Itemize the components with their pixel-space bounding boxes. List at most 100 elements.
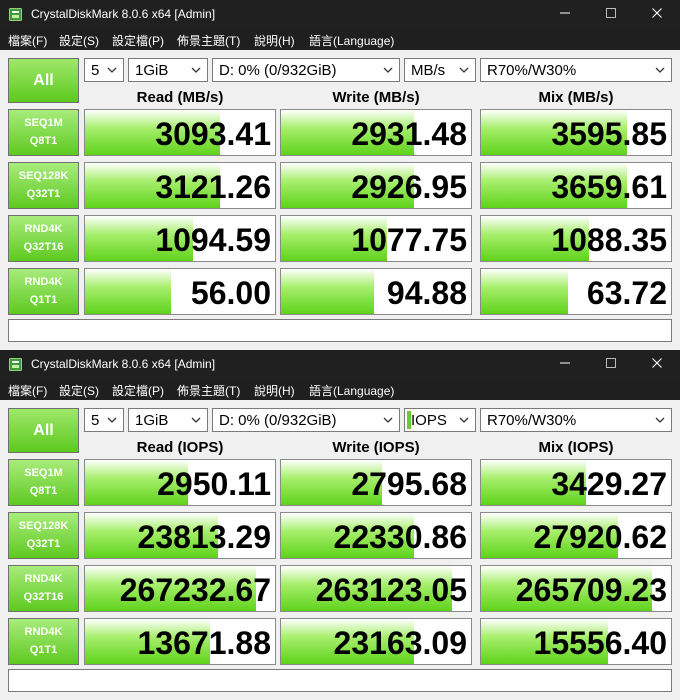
test-button[interactable]: SEQ128K Q32T1 <box>8 512 79 559</box>
drive-select[interactable]: D: 0% (0/932GiB) <box>212 408 400 432</box>
write-result: 2795.68 <box>280 459 472 506</box>
read-result: 56.00 <box>84 268 276 315</box>
mix-ratio-select[interactable]: R70%/W30% <box>480 58 672 82</box>
chevron-down-icon <box>382 63 394 75</box>
result-value: 23813.29 <box>137 519 271 555</box>
chevron-down-icon <box>106 413 118 425</box>
test-params: Q1T1 <box>29 644 58 656</box>
comment-field[interactable] <box>8 669 672 692</box>
menu-item[interactable]: 語言(Language) <box>309 32 394 49</box>
write-result: 23163.09 <box>280 618 472 665</box>
test-button[interactable]: RND4K Q1T1 <box>8 618 79 665</box>
test-button[interactable]: RND4K Q1T1 <box>8 268 79 315</box>
result-value: 3595.85 <box>551 116 667 152</box>
unit-value: IOPS <box>411 412 447 429</box>
test-params: Q32T16 <box>23 591 64 603</box>
menu-item[interactable]: 設定(S) <box>59 32 99 49</box>
run-all-button[interactable]: All <box>8 58 79 103</box>
mix-ratio-value: R70%/W30% <box>487 62 577 79</box>
drive-value: D: 0% (0/932GiB) <box>219 412 337 429</box>
menu-item[interactable]: 說明(H) <box>254 32 295 49</box>
menu-item[interactable]: 說明(H) <box>254 382 295 399</box>
read-result: 267232.67 <box>84 565 276 612</box>
comment-field[interactable] <box>8 319 672 342</box>
result-value: 63.72 <box>586 275 667 311</box>
minimize-button[interactable] <box>542 0 588 29</box>
menu-item[interactable]: 語言(Language) <box>309 382 394 399</box>
result-bar <box>281 269 375 314</box>
test-size-select[interactable]: 1GiB <box>128 58 208 82</box>
benchmark-panel: All 5 1GiB D: 0% (0/932GiB) IOPS R70%/W30% Rea… <box>0 400 680 700</box>
unit-value: MB/s <box>411 62 446 79</box>
write-result: 94.88 <box>280 268 472 315</box>
menu-item[interactable]: 設定檔(P) <box>112 32 164 49</box>
cdm-window: CrystalDiskMark 8.0.6 x64 [Admin] 檔案(F) 設定… <box>0 350 680 700</box>
menu-item[interactable]: 檔案(F) <box>8 382 47 399</box>
unit-select[interactable]: IOPS <box>404 408 476 432</box>
result-value: 3659.61 <box>551 169 667 205</box>
test-params: Q8T1 <box>29 135 58 147</box>
mix-ratio-select[interactable]: R70%/W30% <box>480 408 672 432</box>
test-size-value: 1GiB <box>135 412 169 429</box>
result-value: 1077.75 <box>351 222 467 258</box>
test-button[interactable]: SEQ128K Q32T1 <box>8 162 79 209</box>
test-button[interactable]: RND4K Q32T16 <box>8 565 79 612</box>
close-button[interactable] <box>634 0 680 29</box>
test-button[interactable]: RND4K Q32T16 <box>8 215 79 262</box>
menu-item[interactable]: 佈景主題(T) <box>177 32 240 49</box>
result-value: 3121.26 <box>155 169 271 205</box>
test-params: Q32T16 <box>23 241 64 253</box>
minimize-button[interactable] <box>542 350 588 379</box>
menu-item[interactable]: 設定檔(P) <box>112 382 164 399</box>
benchmark-panel: All 5 1GiB D: 0% (0/932GiB) MB/s R70%/W30% Rea… <box>0 50 680 350</box>
mix-result: 3595.85 <box>480 109 672 156</box>
read-result: 1094.59 <box>84 215 276 262</box>
write-result: 2931.48 <box>280 109 472 156</box>
result-value: 94.88 <box>386 275 467 311</box>
title-bar[interactable]: CrystalDiskMark 8.0.6 x64 [Admin] <box>0 0 680 29</box>
mix-result: 63.72 <box>480 268 672 315</box>
read-result: 3121.26 <box>84 162 276 209</box>
close-button[interactable] <box>634 350 680 379</box>
drive-select[interactable]: D: 0% (0/932GiB) <box>212 58 400 82</box>
write-column-header: Write (MB/s) <box>332 89 420 106</box>
test-name: RND4K <box>24 626 63 638</box>
result-value: 265709.23 <box>515 572 667 608</box>
result-value: 13671.88 <box>137 625 271 661</box>
test-count-select[interactable]: 5 <box>84 58 124 82</box>
maximize-button[interactable] <box>588 0 634 29</box>
test-count-select[interactable]: 5 <box>84 408 124 432</box>
mix-result: 27920.62 <box>480 512 672 559</box>
app-icon <box>9 358 22 371</box>
result-value: 56.00 <box>190 275 271 311</box>
mix-column-header: Mix (IOPS) <box>538 439 614 456</box>
test-name: SEQ1M <box>24 117 63 129</box>
maximize-button[interactable] <box>588 350 634 379</box>
test-name: SEQ128K <box>18 170 69 182</box>
test-name: SEQ128K <box>18 520 69 532</box>
test-button[interactable]: SEQ1M Q8T1 <box>8 459 79 506</box>
test-name: RND4K <box>24 223 63 235</box>
test-size-select[interactable]: 1GiB <box>128 408 208 432</box>
test-size-value: 1GiB <box>135 62 169 79</box>
test-name: RND4K <box>24 276 63 288</box>
window-title: CrystalDiskMark 8.0.6 x64 [Admin] <box>31 357 216 371</box>
menu-item[interactable]: 佈景主題(T) <box>177 382 240 399</box>
write-result: 263123.05 <box>280 565 472 612</box>
unit-select[interactable]: MB/s <box>404 58 476 82</box>
test-name: SEQ1M <box>24 467 63 479</box>
title-bar[interactable]: CrystalDiskMark 8.0.6 x64 [Admin] <box>0 350 680 379</box>
menu-item[interactable]: 設定(S) <box>59 382 99 399</box>
read-result: 3093.41 <box>84 109 276 156</box>
test-button[interactable]: SEQ1M Q8T1 <box>8 109 79 156</box>
test-params: Q8T1 <box>29 485 58 497</box>
write-result: 1077.75 <box>280 215 472 262</box>
result-value: 267232.67 <box>119 572 271 608</box>
result-value: 263123.05 <box>315 572 467 608</box>
write-result: 2926.95 <box>280 162 472 209</box>
mix-result: 3659.61 <box>480 162 672 209</box>
menu-item[interactable]: 檔案(F) <box>8 32 47 49</box>
write-column-header: Write (IOPS) <box>332 439 420 456</box>
test-count-value: 5 <box>91 412 100 429</box>
run-all-button[interactable]: All <box>8 408 79 453</box>
